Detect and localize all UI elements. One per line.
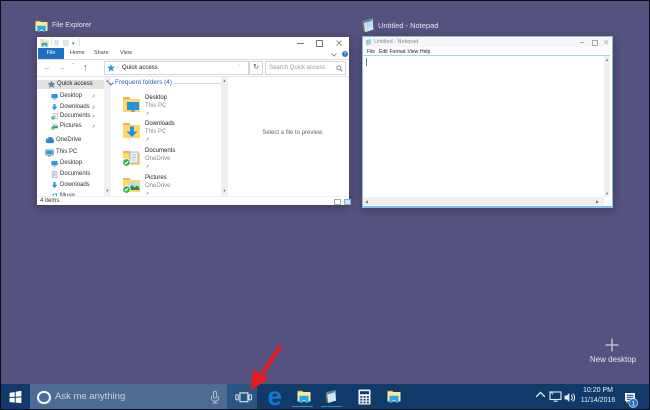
svg-text:1: 1 (631, 400, 635, 407)
